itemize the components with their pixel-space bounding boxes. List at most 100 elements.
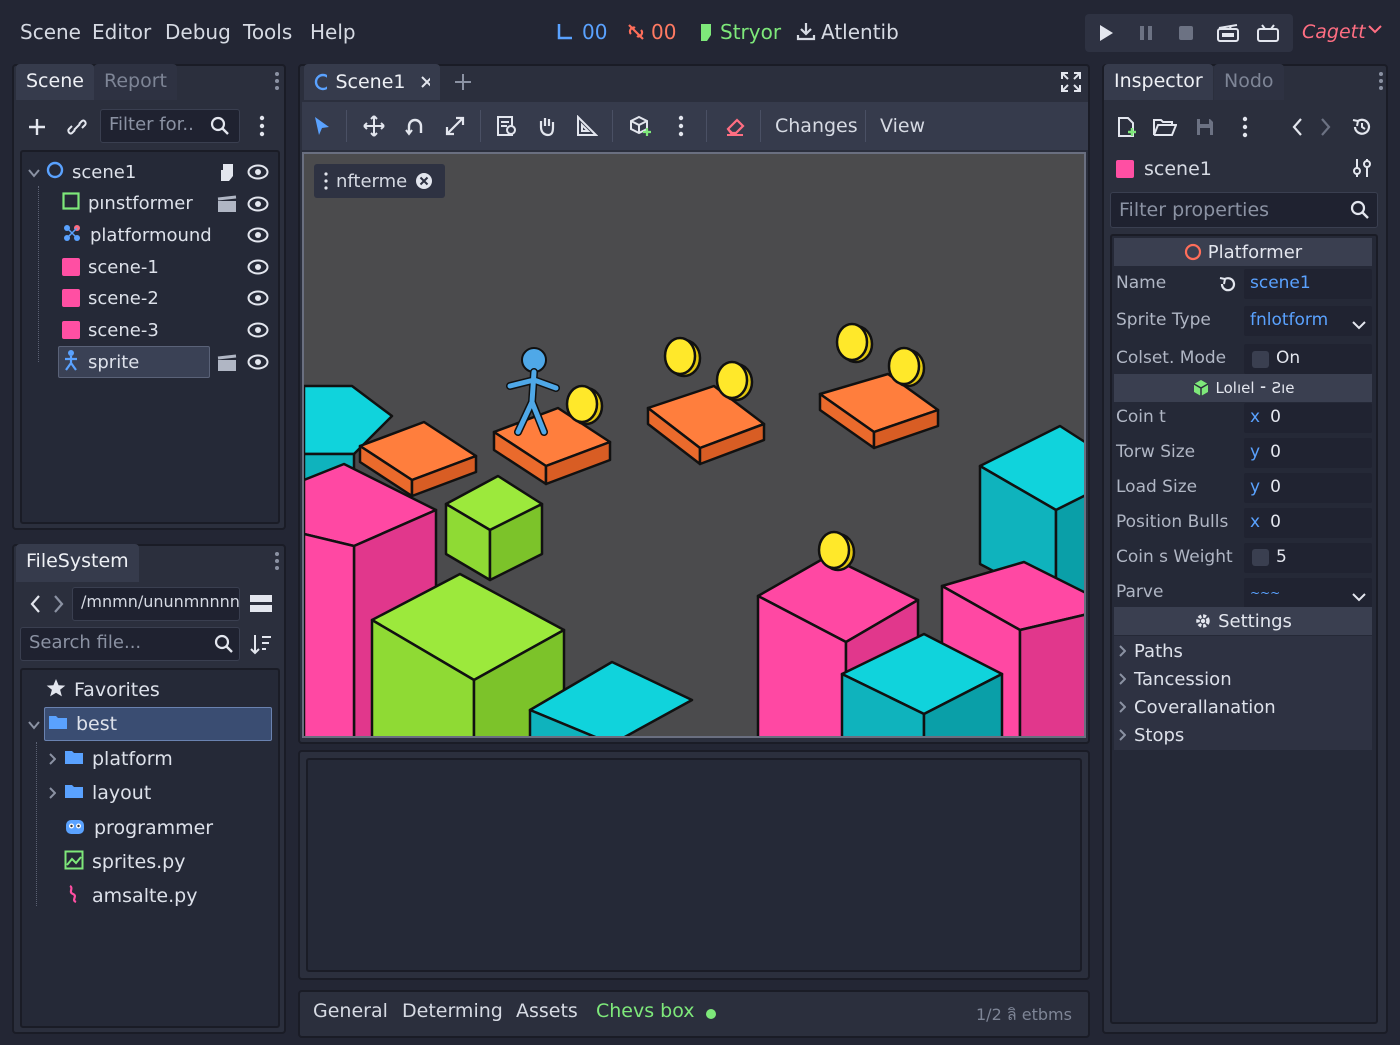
chevron-down-icon[interactable]	[1352, 587, 1366, 607]
inspected-node[interactable]: scene1	[1116, 158, 1212, 180]
torw-size-field[interactable]: y0	[1244, 438, 1372, 468]
status-count-2[interactable]: 00	[651, 20, 676, 44]
chevron-down-icon[interactable]	[1368, 24, 1382, 34]
pause-icon[interactable]	[1131, 18, 1161, 48]
section-platformer[interactable]: Platformer	[1114, 238, 1372, 266]
fullscreen-icon[interactable]	[1056, 67, 1086, 97]
expand-arrow-icon[interactable]	[1118, 645, 1126, 657]
search-icon[interactable]	[1345, 195, 1375, 225]
expand-arrow-icon[interactable]	[48, 782, 57, 804]
eraser-icon[interactable]	[720, 111, 750, 141]
folder-best[interactable]: best	[28, 709, 117, 739]
menu-editor[interactable]: Editor	[92, 20, 151, 44]
menu-debug[interactable]: Debug	[165, 20, 231, 44]
file-programmer[interactable]: programmer	[64, 813, 213, 843]
bottom-tab-general[interactable]: General	[313, 1000, 388, 1022]
history-back-icon[interactable]	[1282, 112, 1312, 142]
section-settings[interactable]: Settings	[1114, 607, 1372, 635]
tab-report[interactable]: Report	[94, 64, 177, 100]
bottom-tab-determing[interactable]: Determing	[402, 1000, 503, 1022]
new-resource-icon[interactable]	[1112, 112, 1142, 142]
status-stryor[interactable]: Stryor	[720, 20, 781, 44]
list-select-icon[interactable]	[492, 111, 522, 141]
expand-arrow-icon[interactable]	[48, 748, 57, 770]
link-icon[interactable]	[62, 112, 92, 142]
tree-node-scene1[interactable]: scene1	[28, 157, 136, 187]
load-size-field[interactable]: y0	[1244, 473, 1372, 503]
select-tool-icon[interactable]	[307, 111, 337, 141]
tab-nodo[interactable]: Nodo	[1214, 64, 1284, 100]
stop-icon[interactable]	[1171, 18, 1201, 48]
tree-node-platformound[interactable]: platformound	[62, 220, 212, 250]
play-icon[interactable]	[1091, 18, 1121, 48]
view-menu[interactable]: View	[880, 115, 925, 137]
move-tool-icon[interactable]	[359, 111, 389, 141]
list-view-icon[interactable]	[246, 589, 276, 619]
script-attached-icon[interactable]	[212, 157, 242, 187]
menu-scene[interactable]: Scene	[20, 20, 81, 44]
collapse-arrow-icon[interactable]	[28, 162, 40, 183]
add-tab-icon[interactable]	[448, 67, 478, 97]
visibility-eye-icon[interactable]	[243, 189, 273, 219]
coins-weight-checkbox[interactable]	[1252, 549, 1269, 566]
scene-options-icon[interactable]	[247, 111, 277, 141]
dock-menu-icon[interactable]	[1366, 66, 1396, 96]
add-mesh-icon[interactable]	[626, 111, 656, 141]
clapper-icon[interactable]	[212, 348, 242, 378]
history-icon[interactable]	[1347, 112, 1377, 142]
group-tancession[interactable]: Tancession	[1118, 664, 1232, 694]
menu-help[interactable]: Help	[310, 20, 356, 44]
file-amsalte-py[interactable]: amsalte.py	[64, 881, 197, 911]
position-bulls-field[interactable]: x0	[1244, 508, 1372, 538]
status-count-1[interactable]: 00	[582, 20, 607, 44]
tab-filesystem[interactable]: FileSystem	[16, 544, 139, 582]
sort-icon[interactable]	[246, 629, 276, 659]
inspector-options-icon[interactable]	[1230, 112, 1260, 142]
history-forward-icon[interactable]	[1311, 112, 1341, 142]
status-atlentib[interactable]: Atlentib	[821, 20, 899, 44]
clapper-icon[interactable]	[212, 189, 242, 219]
scale-tool-icon[interactable]	[440, 111, 470, 141]
tab-scene[interactable]: Scene	[16, 64, 94, 100]
colset-mode-checkbox[interactable]	[1252, 351, 1269, 368]
tree-node-scene-2[interactable]: scene-2	[62, 283, 159, 313]
tree-node-scene-3[interactable]: scene-3	[62, 315, 159, 345]
group-coverallanation[interactable]: Coverallanation	[1118, 692, 1276, 722]
visibility-eye-icon[interactable]	[243, 157, 273, 187]
visibility-eye-icon[interactable]	[243, 283, 273, 313]
forward-arrow-icon[interactable]	[44, 589, 74, 619]
toolbar-more-icon[interactable]	[666, 111, 696, 141]
tab-scene1[interactable]: Scene1	[304, 64, 440, 100]
close-circle-icon[interactable]	[415, 172, 433, 190]
name-field[interactable]: scene1	[1244, 269, 1372, 299]
bottom-tab-chevs-box[interactable]: Chevs box	[596, 1000, 695, 1022]
close-icon[interactable]	[420, 75, 430, 89]
viewport-chip[interactable]: nfterme	[314, 164, 445, 198]
group-stops[interactable]: Stops	[1118, 720, 1184, 750]
pan-tool-icon[interactable]	[532, 111, 562, 141]
file-sprites-py[interactable]: sprites.py	[64, 847, 185, 877]
renderer-dropdown[interactable]: Cagett	[1302, 21, 1366, 43]
visibility-eye-icon[interactable]	[243, 347, 273, 377]
path-input[interactable]: /mnmn/ununmnnnn	[72, 587, 240, 621]
search-icon[interactable]	[205, 111, 235, 141]
rotate-tool-icon[interactable]	[400, 111, 430, 141]
save-icon[interactable]	[1190, 112, 1220, 142]
expand-arrow-icon[interactable]	[1118, 673, 1126, 685]
folder-platform[interactable]: platform	[48, 744, 173, 774]
dock-menu-icon[interactable]	[262, 546, 292, 576]
movie-clapper-icon[interactable]	[1213, 18, 1243, 48]
custom-scene-icon[interactable]	[1253, 18, 1283, 48]
group-paths[interactable]: Paths	[1118, 636, 1183, 666]
collapse-arrow-icon[interactable]	[28, 713, 40, 735]
menu-tools[interactable]: Tools	[243, 20, 292, 44]
folder-layout[interactable]: layout	[48, 778, 151, 808]
add-node-icon[interactable]	[22, 112, 52, 142]
ruler-tool-icon[interactable]	[572, 111, 602, 141]
expand-arrow-icon[interactable]	[1118, 701, 1126, 713]
node-settings-icon[interactable]	[1347, 153, 1377, 183]
expand-arrow-icon[interactable]	[1118, 729, 1126, 741]
visibility-eye-icon[interactable]	[243, 252, 273, 282]
bottom-tab-assets[interactable]: Assets	[516, 1000, 578, 1022]
scene-viewport[interactable]	[302, 152, 1086, 738]
